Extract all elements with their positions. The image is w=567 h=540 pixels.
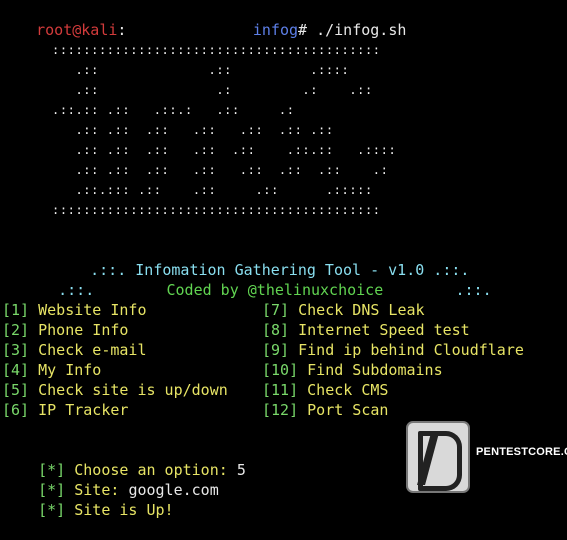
prompt-symbol: # (298, 21, 308, 39)
prompt-cwd: infog (252, 21, 299, 39)
menu-item-port-scan[interactable]: [12] Port Scan (262, 400, 524, 420)
menu-right-column: [7] Check DNS Leak [8] Internet Speed te… (262, 300, 524, 420)
menu-item-phone-info[interactable]: [2] Phone Info (2, 320, 228, 340)
result-line: [*] Site is Up! (2, 480, 174, 540)
banner-line-5: .:: .:: .:: .:: .:: .:: .:: (52, 123, 373, 137)
result-label: Site is Up! (74, 501, 174, 519)
menu-item-check-site[interactable]: [5] Check site is up/down (2, 380, 228, 400)
watermark-text: PENTESTCORE.COM (476, 446, 567, 458)
menu-item-check-email[interactable]: [3] Check e-mail (2, 340, 228, 360)
banner-line-7: .:: .:: .:: .:: .:: .:: .:: .: (52, 163, 389, 177)
menu-left-column: [1] Website Info [2] Phone Info [3] Chec… (2, 300, 228, 420)
terminal-window: root@kali: infog# ./infog.sh :::::::::::… (0, 0, 567, 519)
menu-item-check-cms[interactable]: [11] Check CMS (262, 380, 524, 400)
pentestcore-watermark: PENTESTCORE.COM (406, 421, 567, 493)
banner-line-6: .:: .:: .:: .:: .:: .::.:: .:::: (52, 143, 397, 157)
menu-item-cloudflare[interactable]: [9] Find ip behind Cloudflare (262, 340, 524, 360)
choose-value[interactable]: 5 (237, 461, 246, 479)
p-logo-icon (406, 421, 470, 493)
menu-item-my-info[interactable]: [4] My Info (2, 360, 228, 380)
command-input: ./infog.sh (316, 21, 407, 39)
menu-item-subdomains[interactable]: [10] Find Subdomains (262, 360, 524, 380)
menu-item-website-info[interactable]: [1] Website Info (2, 300, 228, 320)
menu-item-speed-test[interactable]: [8] Internet Speed test (262, 320, 524, 340)
coded-by-text: Coded by @thelinuxchoice (166, 281, 384, 299)
banner-line-3: .:: .: .: .:: (52, 83, 381, 97)
banner-line-4: .::.:: .:: .::.: .:: .: (52, 103, 358, 117)
menu-item-dns-leak[interactable]: [7] Check DNS Leak (262, 300, 524, 320)
banner-line-8: .::.::: .:: .:: .:: .::::: (52, 183, 373, 197)
result-marker: [*] (38, 501, 66, 519)
banner-line-2: .:: .:: .:::: (52, 63, 381, 77)
banner-line-9: ::::::::::::::::::::::::::::::::::::::::… (52, 203, 381, 217)
prompt-user: root@kali (36, 21, 118, 39)
menu-item-ip-tracker[interactable]: [6] IP Tracker (2, 400, 228, 420)
coded-prefix: .::. (58, 281, 95, 299)
banner-line-1: ::::::::::::::::::::::::::::::::::::::::… (52, 43, 381, 57)
coded-suffix: .::. (455, 281, 492, 299)
